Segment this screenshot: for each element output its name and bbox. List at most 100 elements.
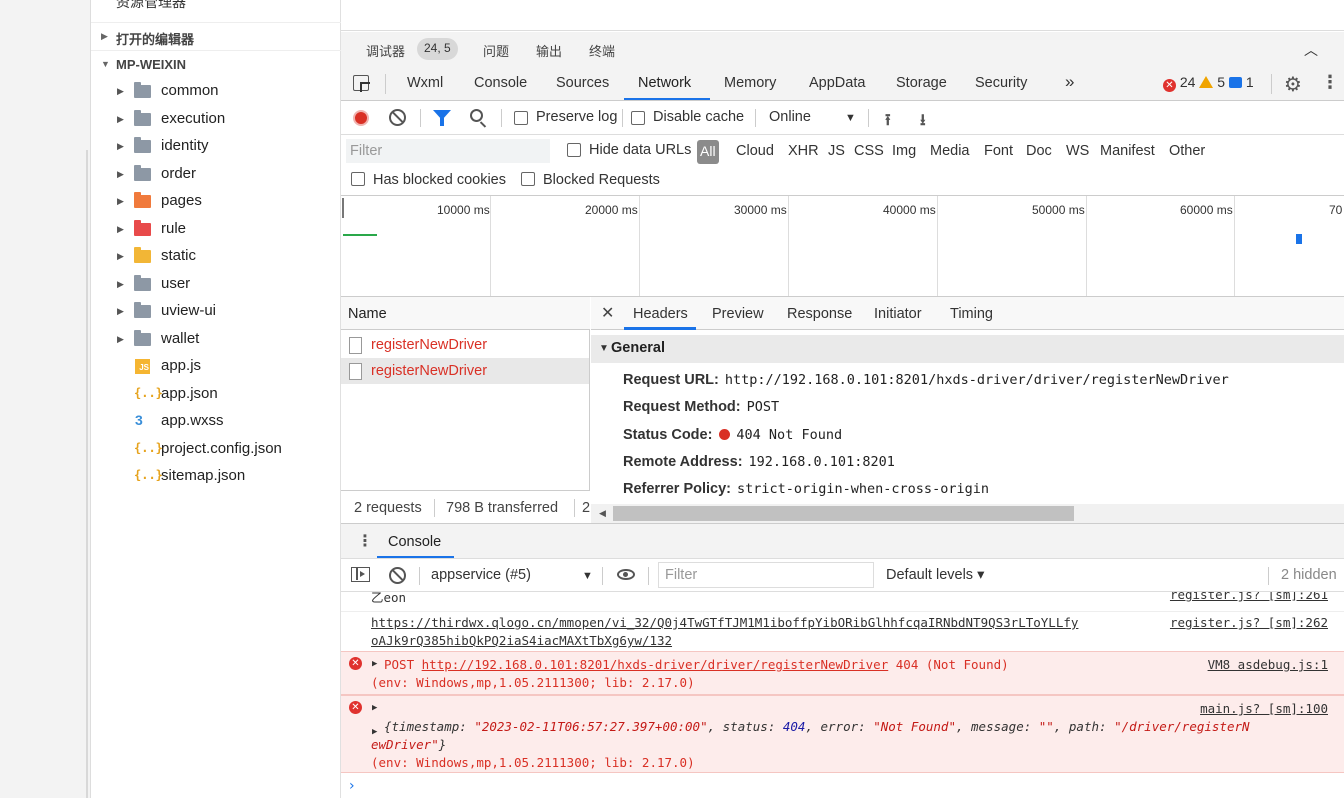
more-vert-icon[interactable]: ⋮ xyxy=(357,531,373,551)
tab-wxml[interactable]: Wxml xyxy=(407,75,443,91)
tree-file-project-config[interactable]: {..} project.config.json xyxy=(91,436,341,463)
horizontal-scrollbar[interactable]: ◀ xyxy=(591,504,1344,523)
tree-file-sitemap[interactable]: {..} sitemap.json xyxy=(91,463,341,490)
filter-input[interactable]: Filter xyxy=(346,139,550,163)
filter-type-cloud[interactable]: Cloud xyxy=(736,143,774,159)
tree-folder-common[interactable]: ▶ common xyxy=(91,78,341,105)
show-sidebar-icon[interactable] xyxy=(351,567,370,582)
log-url-link[interactable]: https://thirdwx.qlogo.cn/mmopen/vi_32/Q0… xyxy=(371,615,1078,630)
throttling-select[interactable]: Online xyxy=(769,109,811,125)
tab-storage[interactable]: Storage xyxy=(896,75,947,91)
tree-folder-user[interactable]: ▶ user xyxy=(91,271,341,298)
divider xyxy=(755,109,756,127)
context-select[interactable]: appservice (#5) xyxy=(431,567,531,583)
tab-terminal[interactable]: 终端 xyxy=(589,41,615,60)
filter-type-css[interactable]: CSS xyxy=(854,143,884,159)
project-section[interactable]: ▼ MP-WEIXIN xyxy=(91,50,341,78)
tree-folder-execution[interactable]: ▶ execution xyxy=(91,106,341,133)
hide-data-urls-checkbox[interactable] xyxy=(567,143,581,157)
export-har-icon[interactable]: ⭳ xyxy=(920,109,926,136)
network-toolbar: Preserve log Disable cache Online ▼ ⭱ ⭳ xyxy=(341,101,1344,135)
tree-file-app-js[interactable]: JS app.js xyxy=(91,353,341,380)
preserve-log-checkbox[interactable] xyxy=(514,111,528,125)
expand-triangle-icon[interactable]: ▶ xyxy=(372,703,377,713)
tree-folder-order[interactable]: ▶ order xyxy=(91,161,341,188)
gear-icon[interactable]: ⚙ xyxy=(1284,72,1302,97)
tree-folder-pages[interactable]: ▶ pages xyxy=(91,188,341,215)
log-levels-select[interactable]: Default levels ▾ xyxy=(886,567,984,583)
timeline-tick: 30000 ms xyxy=(734,203,787,217)
error-url-link[interactable]: http://192.168.0.101:8201/hxds-driver/dr… xyxy=(422,657,889,672)
tree-folder-rule[interactable]: ▶ rule xyxy=(91,216,341,243)
clear-console-icon[interactable] xyxy=(389,567,406,584)
request-row-selected[interactable]: registerNewDriver xyxy=(341,358,589,384)
tab-console-drawer[interactable]: Console xyxy=(388,534,441,550)
more-vert-icon[interactable]: ⋮ xyxy=(1321,72,1339,93)
tree-folder-uview-ui[interactable]: ▶ uview-ui xyxy=(91,298,341,325)
filter-icon[interactable] xyxy=(433,110,451,126)
filter-type-all[interactable]: All xyxy=(697,140,719,164)
tab-output[interactable]: 输出 xyxy=(536,41,562,60)
tab-headers[interactable]: Headers xyxy=(633,306,688,322)
tab-sources[interactable]: Sources xyxy=(556,75,609,91)
filter-type-font[interactable]: Font xyxy=(984,143,1013,159)
tree-folder-identity[interactable]: ▶ identity xyxy=(91,133,341,160)
import-har-icon[interactable]: ⭱ xyxy=(885,109,891,136)
tab-response[interactable]: Response xyxy=(787,306,852,322)
filter-type-img[interactable]: Img xyxy=(892,143,916,159)
tab-network[interactable]: Network xyxy=(638,75,691,91)
network-timeline[interactable]: 10000 ms 20000 ms 30000 ms 40000 ms 5000… xyxy=(341,196,1344,297)
search-icon[interactable] xyxy=(470,109,483,122)
filter-type-other[interactable]: Other xyxy=(1169,143,1205,159)
eye-icon[interactable] xyxy=(617,569,635,580)
filter-type-media[interactable]: Media xyxy=(930,143,970,159)
issue-counters[interactable]: ✕ 24 5 1 xyxy=(1163,74,1254,94)
log-url-link[interactable]: oAJk9rQ385hibQkPQ2iaS4iacMAXtTbXg6yw/132 xyxy=(371,633,672,648)
record-icon[interactable] xyxy=(353,110,369,126)
inspect-element-icon[interactable] xyxy=(353,75,370,92)
tab-memory[interactable]: Memory xyxy=(724,75,776,91)
expand-triangle-icon[interactable]: ▶ xyxy=(372,727,377,737)
filter-type-js[interactable]: JS xyxy=(828,143,845,159)
tab-initiator[interactable]: Initiator xyxy=(874,306,922,322)
field-value: POST xyxy=(746,399,780,415)
blocked-requests-checkbox[interactable] xyxy=(521,172,535,186)
request-row[interactable]: registerNewDriver xyxy=(341,332,589,358)
tree-folder-static[interactable]: ▶ static xyxy=(91,243,341,270)
expand-triangle-icon[interactable]: ▶ xyxy=(372,659,377,669)
scroll-left-icon[interactable]: ◀ xyxy=(599,508,606,519)
filter-type-ws[interactable]: WS xyxy=(1066,143,1089,159)
tree-file-app-wxss[interactable]: 3 app.wxss xyxy=(91,408,341,435)
filter-type-xhr[interactable]: XHR xyxy=(788,143,819,159)
source-link[interactable]: main.js? [sm]:100 xyxy=(1200,701,1328,716)
tab-debugger[interactable]: 调试器 xyxy=(366,41,405,60)
console-prompt-icon[interactable]: › xyxy=(349,778,355,794)
source-link[interactable]: register.js? [sm]:261 xyxy=(1170,592,1328,602)
console-filter-input[interactable]: Filter xyxy=(658,562,874,588)
tree-folder-wallet[interactable]: ▶ wallet xyxy=(91,326,341,353)
timeline-gridline xyxy=(639,196,640,296)
scrollbar-thumb[interactable] xyxy=(613,506,1074,521)
more-actions-icon[interactable]: ··· xyxy=(303,0,319,8)
general-section-header[interactable]: ▼ General xyxy=(591,335,1344,363)
more-tabs-icon[interactable]: » xyxy=(1065,72,1074,92)
tab-appdata[interactable]: AppData xyxy=(809,75,865,91)
filter-type-doc[interactable]: Doc xyxy=(1026,143,1052,159)
filter-type-manifest[interactable]: Manifest xyxy=(1100,143,1155,159)
has-blocked-cookies-checkbox[interactable] xyxy=(351,172,365,186)
open-editors-section[interactable]: ▶ 打开的编辑器 xyxy=(91,22,341,50)
log-url-text: https://thirdwx.qlogo.cn/mmopen/vi_32/Q0… xyxy=(371,615,1078,630)
disable-cache-checkbox[interactable] xyxy=(631,111,645,125)
request-list-header[interactable]: Name xyxy=(341,297,590,330)
tab-security[interactable]: Security xyxy=(975,75,1027,91)
tree-file-app-json[interactable]: {..} app.json xyxy=(91,381,341,408)
clear-icon[interactable] xyxy=(389,109,406,126)
tab-console[interactable]: Console xyxy=(474,75,527,91)
tab-problems[interactable]: 问题 xyxy=(483,41,509,60)
source-link[interactable]: register.js? [sm]:262 xyxy=(1170,615,1328,630)
tab-timing[interactable]: Timing xyxy=(950,306,993,322)
tab-preview[interactable]: Preview xyxy=(712,306,764,322)
close-icon[interactable]: ✕ xyxy=(601,303,614,323)
chevron-up-icon[interactable]: ︿ xyxy=(1304,40,1318,60)
source-link[interactable]: VM8 asdebug.js:1 xyxy=(1208,657,1328,672)
